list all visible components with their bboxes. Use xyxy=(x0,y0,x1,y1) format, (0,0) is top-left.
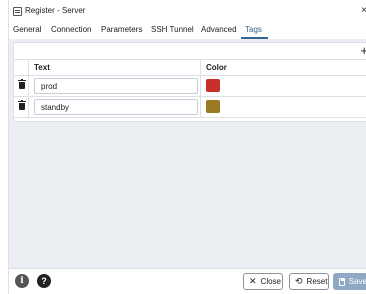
table-row xyxy=(14,76,366,97)
trash-icon[interactable] xyxy=(18,100,26,110)
tab-connection[interactable]: Connection xyxy=(51,25,91,34)
tab-tags[interactable]: Tags xyxy=(245,25,262,34)
save-icon xyxy=(339,277,345,286)
reset-icon: ⟲ xyxy=(295,276,303,286)
close-button[interactable]: ✕ Close xyxy=(243,273,283,290)
title-bar[interactable]: Register - Server × xyxy=(9,0,366,22)
help-icon[interactable]: ? xyxy=(37,274,51,288)
register-server-dialog: Register - Server × General Connection P… xyxy=(8,0,366,294)
delete-row-cell[interactable] xyxy=(14,97,29,118)
tab-ssh-tunnel[interactable]: SSH Tunnel xyxy=(151,25,194,34)
column-header-text: Text xyxy=(30,60,201,76)
grid-header: Text Color xyxy=(14,60,366,76)
header-spacer xyxy=(14,60,29,76)
tag-text-input[interactable] xyxy=(34,99,198,115)
grid-toolbar: + xyxy=(14,43,366,60)
text-cell xyxy=(30,97,201,118)
column-header-color: Color xyxy=(206,63,227,72)
color-cell xyxy=(202,76,366,97)
color-cell xyxy=(202,97,366,118)
dialog-title: Register - Server xyxy=(25,6,86,15)
tab-general[interactable]: General xyxy=(13,25,41,34)
trash-icon[interactable] xyxy=(18,79,26,89)
server-dialog-icon xyxy=(13,7,22,16)
tags-grid: + Text Color xyxy=(13,42,366,122)
info-icon[interactable]: i xyxy=(15,274,29,288)
delete-row-cell[interactable] xyxy=(14,76,29,97)
save-button-label: Save xyxy=(348,277,366,286)
close-button-label: Close xyxy=(260,277,281,286)
reset-button-label: Reset xyxy=(306,277,328,286)
close-icon[interactable]: × xyxy=(361,5,366,16)
color-swatch[interactable] xyxy=(206,100,220,113)
add-row-icon[interactable]: + xyxy=(360,44,366,57)
tab-parameters[interactable]: Parameters xyxy=(101,25,142,34)
save-button[interactable]: Save xyxy=(333,273,366,290)
table-row xyxy=(14,97,366,118)
tab-advanced[interactable]: Advanced xyxy=(201,25,237,34)
tab-bar: General Connection Parameters SSH Tunnel… xyxy=(9,22,366,38)
close-x-icon: ✕ xyxy=(249,276,257,286)
tag-text-input[interactable] xyxy=(34,78,198,94)
color-swatch[interactable] xyxy=(206,79,220,92)
dialog-footer: i ? ✕ Close ⟲ Reset Save xyxy=(9,268,366,294)
text-cell xyxy=(30,76,201,97)
tags-panel: + Text Color xyxy=(9,39,366,268)
reset-button[interactable]: ⟲ Reset xyxy=(289,273,329,290)
